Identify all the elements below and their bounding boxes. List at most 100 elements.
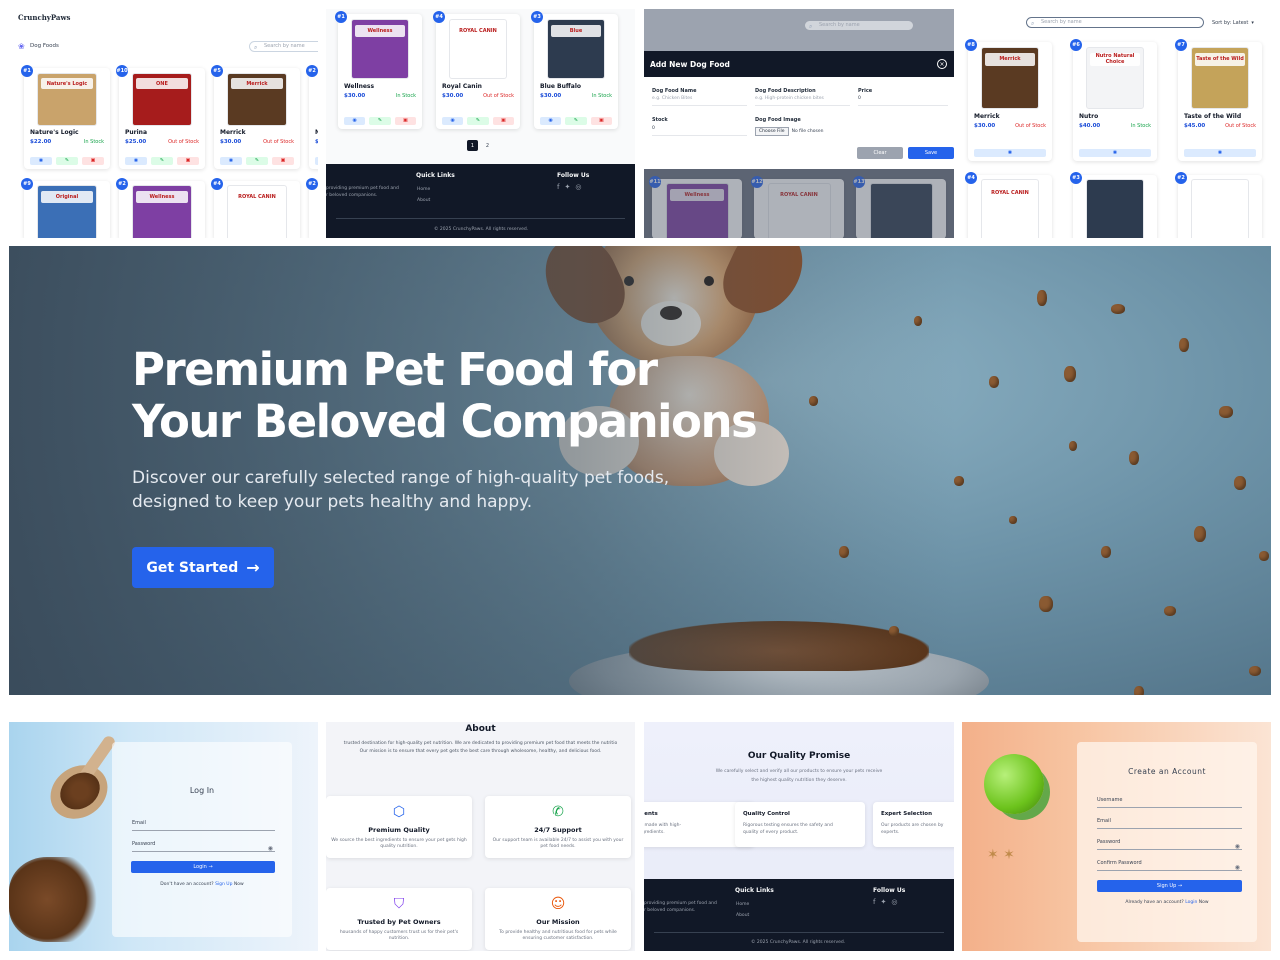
twitter-icon[interactable]: ✦ bbox=[880, 898, 886, 906]
view-button[interactable]: ◉ bbox=[540, 117, 562, 125]
edit-button[interactable]: ✎ bbox=[56, 157, 78, 165]
product-name: Nature's Logic bbox=[30, 128, 79, 136]
footer-link-about[interactable]: About bbox=[736, 913, 749, 918]
edit-button[interactable]: ✎ bbox=[565, 117, 587, 125]
product-card[interactable]: ONE Purina $25.00 Out of Stock ◉ ✎ ▣ bbox=[119, 68, 205, 169]
edit-button[interactable]: ✎ bbox=[467, 117, 489, 125]
product-id-badge: #8 bbox=[965, 39, 977, 51]
product-id-badge: #2 bbox=[1175, 172, 1187, 184]
search-input[interactable]: ⌕ Search by name bbox=[249, 41, 318, 52]
eye-icon[interactable]: ◉ bbox=[1235, 864, 1240, 871]
product-id-badge: #10 bbox=[116, 65, 128, 77]
view-button[interactable]: ◉ bbox=[974, 149, 1046, 157]
file-input[interactable]: Choose File No file chosen bbox=[755, 127, 823, 136]
signup-button[interactable]: Sign Up → bbox=[1097, 880, 1242, 892]
delete-button[interactable]: ▣ bbox=[82, 157, 104, 165]
view-button[interactable]: ◉ bbox=[1079, 149, 1151, 157]
stock-input[interactable]: 0 bbox=[652, 126, 747, 136]
footer-link-home[interactable]: Home bbox=[417, 187, 430, 192]
instagram-icon[interactable]: ◎ bbox=[575, 183, 581, 191]
price-input[interactable]: 0 bbox=[858, 96, 948, 106]
product-card[interactable] bbox=[1178, 175, 1262, 238]
facebook-icon[interactable]: f bbox=[557, 183, 559, 191]
view-button[interactable]: ◉ bbox=[220, 157, 242, 165]
password-field[interactable]: Password ◉ bbox=[1097, 839, 1242, 850]
product-brand-label: Wellness bbox=[136, 190, 188, 204]
product-card[interactable]: Nature's Logic Nature's Logic $22.00 In Sto… bbox=[24, 68, 110, 169]
view-button[interactable]: ◉ bbox=[442, 117, 464, 125]
product-card[interactable]: Nu$4◉✎▣ bbox=[309, 68, 318, 169]
instagram-icon[interactable]: ◎ bbox=[891, 898, 897, 906]
product-id-badge: #1 bbox=[21, 65, 33, 77]
view-button[interactable]: ◉ bbox=[30, 157, 52, 165]
login-link[interactable]: Login bbox=[1185, 900, 1197, 905]
product-name: Royal Canin bbox=[442, 83, 482, 90]
delete-button[interactable]: ▣ bbox=[177, 157, 199, 165]
product-brand-label: Nature's Logic bbox=[41, 78, 93, 90]
social-icons: f ✦ ◎ bbox=[557, 183, 581, 191]
product-card[interactable]: Merrick Merrick $30.00 Out of Stock ◉ ✎ ▣ bbox=[214, 68, 300, 169]
kibble-piece bbox=[1064, 366, 1076, 382]
choose-file-button[interactable]: Choose File bbox=[755, 127, 789, 136]
view-button[interactable]: ◉ bbox=[315, 157, 318, 165]
edit-button[interactable]: ✎ bbox=[246, 157, 268, 165]
clear-button[interactable]: Clear bbox=[857, 147, 903, 159]
facebook-icon[interactable]: f bbox=[873, 898, 875, 906]
product-card[interactable]: Blue Blue Buffalo $30.00 In Stock ◉ ✎ ▣ bbox=[534, 14, 618, 129]
product-image bbox=[1190, 179, 1250, 238]
delete-button[interactable]: ▣ bbox=[492, 117, 514, 125]
product-card[interactable]: Nutro Natural Choice Nutro $40.00 In Stock ◉ bbox=[1073, 42, 1157, 161]
search-input[interactable]: ⌕ Search by name bbox=[1026, 17, 1204, 28]
twitter-icon[interactable]: ✦ bbox=[564, 183, 570, 191]
product-card[interactable]: Taste of the Wild Taste of the Wild $45.00… bbox=[1178, 42, 1262, 161]
arrow-right-icon: → bbox=[246, 558, 260, 577]
product-price: $25.00 bbox=[125, 138, 147, 145]
delete-button[interactable]: ▣ bbox=[272, 157, 294, 165]
product-card[interactable]: Wellness bbox=[119, 181, 205, 238]
view-button[interactable]: ◉ bbox=[344, 117, 366, 125]
signup-link[interactable]: Sign Up bbox=[215, 882, 232, 887]
product-card[interactable]: ROYAL CANIN Royal Canin $30.00 Out of Stock… bbox=[436, 14, 520, 129]
page-2-button[interactable]: 2 bbox=[482, 140, 493, 151]
product-card[interactable] bbox=[1073, 175, 1157, 238]
delete-icon: ▣ bbox=[402, 117, 408, 124]
delete-button[interactable]: ▣ bbox=[394, 117, 416, 125]
arrow-right-icon: → bbox=[1177, 883, 1183, 889]
close-icon[interactable]: × bbox=[937, 59, 947, 69]
view-button[interactable]: ◉ bbox=[125, 157, 147, 165]
email-field[interactable]: Email bbox=[1097, 818, 1242, 829]
footer-link-home[interactable]: Home bbox=[736, 902, 749, 907]
social-icons: f ✦ ◎ bbox=[873, 898, 897, 906]
eye-icon[interactable]: ◉ bbox=[1235, 843, 1240, 850]
about-title: About bbox=[465, 724, 496, 734]
app-title[interactable]: CrunchyPaws bbox=[18, 13, 70, 22]
get-started-button[interactable]: Get Started → bbox=[132, 547, 274, 588]
product-image: Nature's Logic bbox=[36, 73, 98, 126]
feature-description: Our support team is available 24/7 to as… bbox=[492, 838, 624, 849]
about-intro: Our mission is to ensure that every pet … bbox=[359, 749, 602, 754]
sort-dropdown[interactable]: Sort by: Latest ▾ bbox=[1212, 17, 1254, 28]
name-input[interactable]: e.g. Chicken Bites bbox=[652, 96, 747, 106]
product-card[interactable]: ROYAL CANIN bbox=[968, 175, 1052, 238]
save-button[interactable]: Save bbox=[908, 147, 954, 159]
delete-icon: ▣ bbox=[598, 117, 604, 124]
product-card[interactable]: ROYAL CANIN bbox=[214, 181, 300, 238]
view-button[interactable]: ◉ bbox=[1184, 149, 1256, 157]
product-card[interactable]: Original bbox=[24, 181, 110, 238]
footer-link-about[interactable]: About bbox=[417, 198, 430, 203]
email-field[interactable]: Email bbox=[132, 820, 275, 831]
page-1-button[interactable]: 1 bbox=[467, 140, 478, 151]
delete-button[interactable]: ▣ bbox=[590, 117, 612, 125]
confirm-password-field[interactable]: Confirm Password ◉ bbox=[1097, 860, 1242, 871]
edit-button[interactable]: ✎ bbox=[369, 117, 391, 125]
description-input[interactable]: e.g. High-protein chicken bites bbox=[755, 96, 850, 106]
edit-button[interactable]: ✎ bbox=[151, 157, 173, 165]
product-card[interactable]: Merrick Merrick $30.00 Out of Stock ◉ bbox=[968, 42, 1052, 161]
eye-icon[interactable]: ◉ bbox=[268, 845, 273, 852]
product-card[interactable]: Wellness Wellness $30.00 In Stock ◉ ✎ ▣ bbox=[338, 14, 422, 129]
login-button[interactable]: Login → bbox=[131, 861, 275, 873]
search-input[interactable]: ⌕ Search by name bbox=[804, 20, 914, 31]
kibble-piece bbox=[1164, 606, 1176, 616]
username-field[interactable]: Username bbox=[1097, 797, 1242, 808]
password-field[interactable]: Password ◉ bbox=[132, 841, 275, 852]
